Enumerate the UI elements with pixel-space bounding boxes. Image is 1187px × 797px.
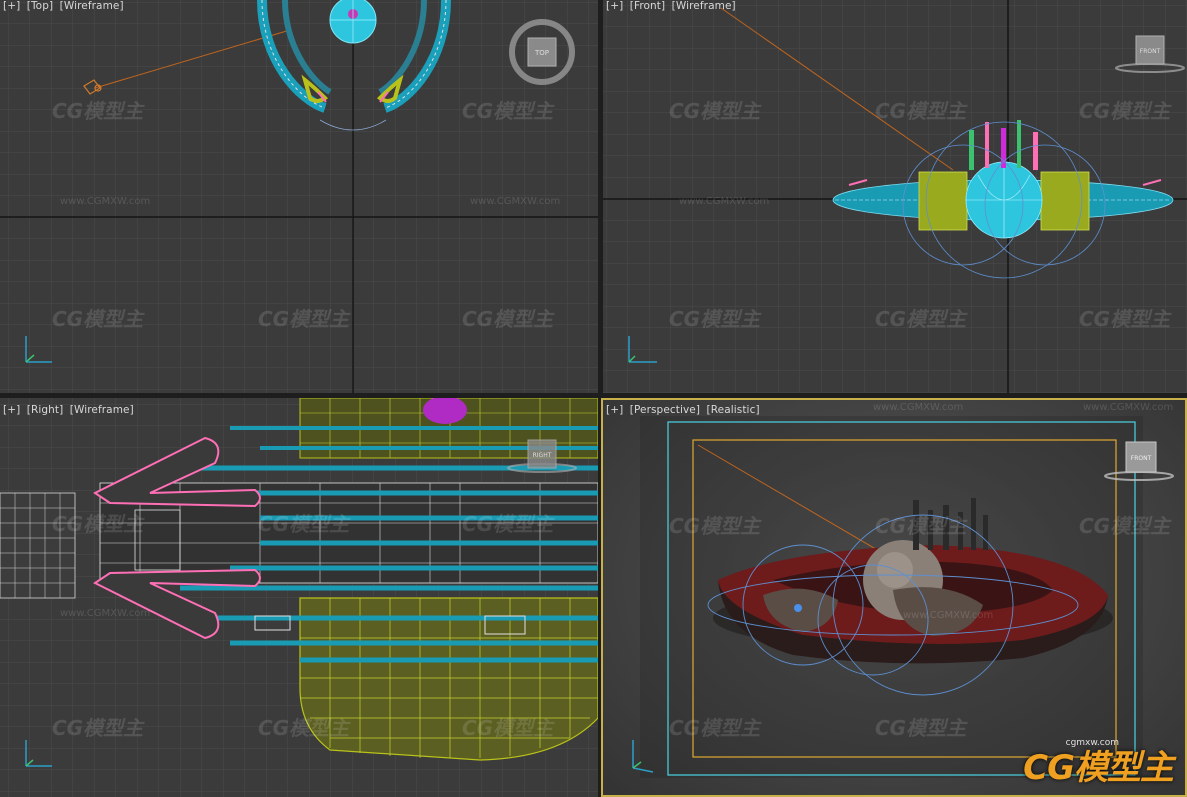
viewcube-right-label: RIGHT	[533, 452, 552, 459]
viewport-top[interactable]: TOP [+] [Top] [Wireframe] CG模型主 CG模型主 CG…	[0, 0, 598, 393]
viewport-top-shading-button[interactable]: [Wireframe]	[60, 0, 124, 12]
viewport-perspective[interactable]: FRONT [+] [Perspective] [Realistic] CG模型…	[603, 400, 1185, 795]
viewport-front-label: [+] [Front] [Wireframe]	[606, 0, 736, 12]
viewport-perspective-view-button[interactable]: [Perspective]	[630, 404, 700, 416]
viewcube-front-label: FRONT	[1140, 48, 1161, 55]
viewport-top-grid: TOP	[0, 0, 598, 393]
viewport-front-grid: FRONT	[603, 0, 1187, 393]
viewport-perspective-shading-button[interactable]: [Realistic]	[707, 404, 760, 416]
viewport-front[interactable]: FRONT [+] [Front] [Wireframe] CG模型主 CG模型…	[603, 0, 1187, 393]
logo-url: cgmxw.com	[1065, 738, 1119, 748]
viewport-right[interactable]: RIGHT [+] [Right] [Wireframe] CG模型主 CG模型…	[0, 398, 598, 797]
viewport-front-view-button[interactable]: [Front]	[630, 0, 665, 12]
viewport-front-shading-button[interactable]: [Wireframe]	[672, 0, 736, 12]
viewcube-perspective-label: FRONT	[1131, 455, 1152, 462]
viewport-top-view-button[interactable]: [Top]	[27, 0, 53, 12]
viewport-right-label: [+] [Right] [Wireframe]	[3, 404, 134, 416]
viewport-right-view-button[interactable]: [Right]	[27, 404, 64, 416]
viewport-right-grid: RIGHT	[0, 398, 598, 797]
viewport-front-menu-button[interactable]: [+]	[606, 0, 623, 12]
viewport-perspective-menu-button[interactable]: [+]	[606, 404, 623, 416]
viewport-perspective-scene: FRONT	[632, 416, 1174, 778]
viewport-top-menu-button[interactable]: [+]	[3, 0, 20, 12]
cg-logo: cgmxw.com CG模型主	[1023, 738, 1174, 789]
viewport-perspective-label: [+] [Perspective] [Realistic]	[606, 404, 760, 416]
viewport-right-menu-button[interactable]: [+]	[3, 404, 20, 416]
viewcube-top-label: TOP	[534, 49, 549, 57]
viewport-right-shading-button[interactable]: [Wireframe]	[70, 404, 134, 416]
viewport-top-label: [+] [Top] [Wireframe]	[3, 0, 124, 12]
